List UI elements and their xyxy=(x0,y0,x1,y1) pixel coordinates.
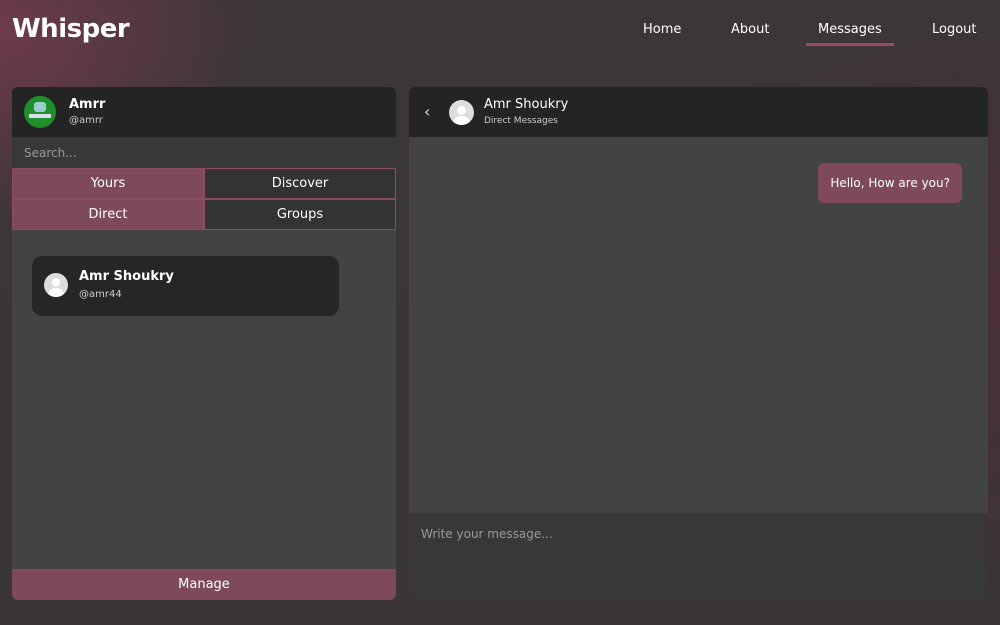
user-header: Amrr @amrr xyxy=(12,87,396,137)
manage-button[interactable]: Manage xyxy=(12,569,396,600)
contact-avatar-icon xyxy=(44,273,68,297)
tab-discover[interactable]: Discover xyxy=(204,168,396,199)
chat-panel: ‹ Amr Shoukry Direct Messages Hello, How… xyxy=(409,87,988,600)
tab-groups[interactable]: Groups xyxy=(204,199,396,230)
nav-messages[interactable]: Messages xyxy=(806,22,894,46)
chevron-left-icon[interactable]: ‹ xyxy=(424,102,430,121)
user-avatar[interactable] xyxy=(24,96,56,128)
conversations-panel: Amrr @amrr Search... Yours Discover Dire… xyxy=(12,87,396,600)
app-logo[interactable]: Whisper xyxy=(12,14,130,44)
nav-about[interactable]: About xyxy=(731,22,769,37)
chat-contact-name: Amr Shoukry xyxy=(484,97,569,112)
chat-avatar-icon xyxy=(449,100,474,125)
tab-direct[interactable]: Direct xyxy=(12,199,204,230)
chat-header: ‹ Amr Shoukry Direct Messages xyxy=(409,87,988,137)
contact-name: Amr Shoukry xyxy=(79,269,174,284)
user-name: Amrr xyxy=(69,97,106,112)
user-handle: @amrr xyxy=(69,115,103,126)
nav-home[interactable]: Home xyxy=(643,22,681,37)
tab-yours[interactable]: Yours xyxy=(12,168,204,199)
nav-logout[interactable]: Logout xyxy=(932,22,977,37)
message-input[interactable]: Write your message... xyxy=(409,513,988,600)
contact-card[interactable]: Amr Shoukry @amr44 xyxy=(32,256,339,316)
chat-subtitle: Direct Messages xyxy=(484,116,558,126)
search-input[interactable]: Search... xyxy=(12,137,396,168)
message-bubble: Hello, How are you? xyxy=(818,163,962,203)
contact-handle: @amr44 xyxy=(79,289,122,300)
